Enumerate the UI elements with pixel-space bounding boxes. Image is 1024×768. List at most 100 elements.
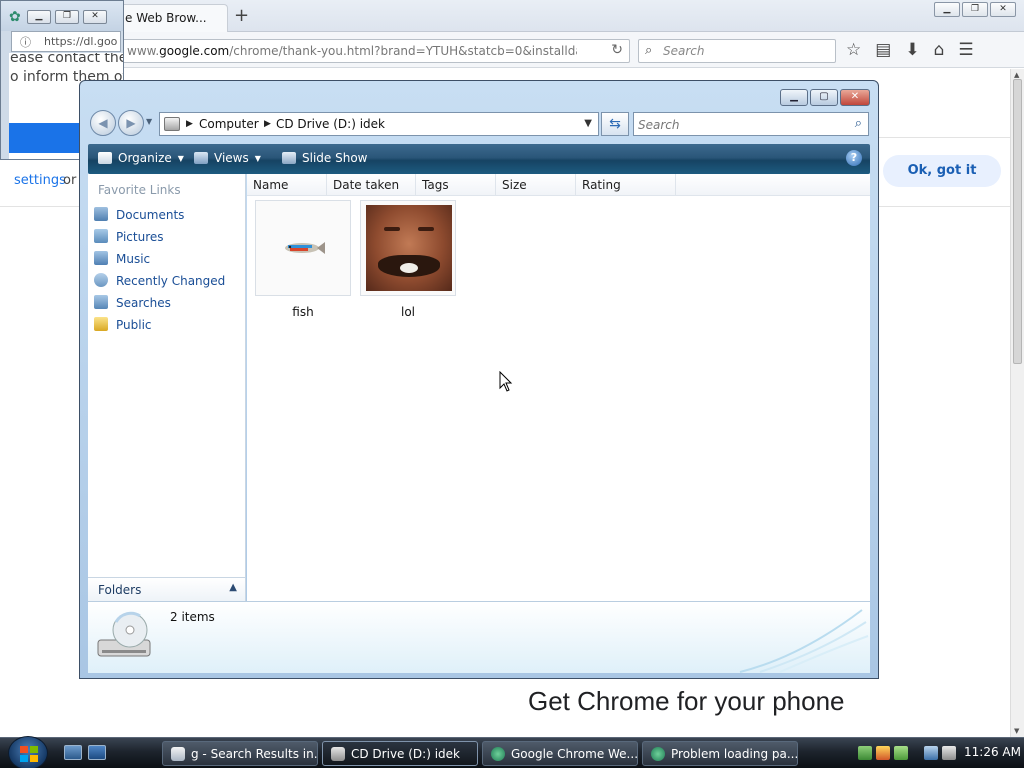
help-icon[interactable]: ? bbox=[846, 150, 862, 166]
cd-drive-icon bbox=[331, 747, 345, 761]
close-icon[interactable]: ✕ bbox=[990, 2, 1016, 17]
scroll-up-icon[interactable]: ▲ bbox=[1014, 71, 1019, 79]
favorite-link-searches[interactable]: Searches bbox=[94, 295, 225, 317]
popup-window-controls: ▁ ❐ ✕ bbox=[27, 10, 107, 24]
column-header-size[interactable]: Size bbox=[496, 174, 576, 196]
browser-search-box[interactable]: ⌕ Search bbox=[638, 39, 836, 63]
favorite-link-documents[interactable]: Documents bbox=[94, 207, 225, 229]
browser-toolbar-icons: ☆ ▤ ⬇ ⌂ ☰ bbox=[846, 40, 974, 60]
minimize-icon[interactable]: ▁ bbox=[934, 2, 960, 17]
column-header-tags[interactable]: Tags bbox=[416, 174, 496, 196]
downloads-icon[interactable]: ⬇ bbox=[905, 40, 919, 60]
breadcrumb-cd-drive[interactable]: CD Drive (D:) idek bbox=[276, 117, 385, 131]
music-icon bbox=[94, 251, 108, 265]
face-eye bbox=[418, 227, 434, 231]
page-scrollbar[interactable]: ▲ ▼ bbox=[1010, 69, 1024, 737]
taskbar-item-cd-drive[interactable]: CD Drive (D:) idek bbox=[322, 741, 478, 766]
security-shield-icon[interactable] bbox=[876, 746, 890, 760]
url-bar[interactable]: www.google.com/chrome/thank-you.html?bra… bbox=[120, 39, 630, 63]
chevron-down-icon: ▼ bbox=[254, 154, 261, 163]
favorite-link-label: Pictures bbox=[116, 230, 164, 244]
favorite-link-recently-changed[interactable]: Recently Changed bbox=[94, 273, 225, 295]
browser-tab[interactable]: e Web Brow... bbox=[118, 4, 228, 32]
maximize-icon[interactable]: ▢ bbox=[810, 89, 838, 106]
views-icon bbox=[194, 152, 208, 164]
close-icon[interactable]: ✕ bbox=[83, 10, 107, 24]
home-icon[interactable]: ⌂ bbox=[934, 40, 945, 60]
display-tray-icon[interactable] bbox=[924, 746, 938, 760]
reload-icon[interactable]: ↻ bbox=[611, 42, 623, 58]
file-item-lol[interactable]: lol bbox=[360, 200, 456, 319]
file-list-pane: Name Date taken Tags Size Rating fish lo… bbox=[247, 174, 870, 601]
views-menu[interactable]: Views ▼ bbox=[194, 151, 261, 165]
decorative-swoosh bbox=[739, 609, 869, 673]
column-header-row: Name Date taken Tags Size Rating bbox=[247, 174, 870, 196]
minimize-icon[interactable]: ▁ bbox=[27, 10, 51, 24]
forward-arrow-icon: ▶ bbox=[126, 116, 136, 130]
searches-icon bbox=[94, 295, 108, 309]
settings-link[interactable]: settings bbox=[14, 173, 66, 188]
ok-got-it-button[interactable]: Ok, got it bbox=[883, 155, 1001, 187]
breadcrumb-separator-icon: ▶ bbox=[264, 119, 271, 129]
network-tray-icon[interactable] bbox=[858, 746, 872, 760]
document-icon bbox=[171, 747, 185, 761]
slideshow-icon bbox=[282, 152, 296, 164]
bookmark-star-icon[interactable]: ☆ bbox=[846, 40, 861, 60]
explorer-search-box[interactable]: Search ⌕ bbox=[633, 112, 869, 136]
restore-icon[interactable]: ❐ bbox=[962, 2, 988, 17]
refresh-button[interactable]: ⇆ bbox=[601, 112, 629, 136]
new-tab-icon[interactable]: + bbox=[234, 5, 249, 26]
switch-windows-icon[interactable] bbox=[88, 745, 106, 760]
column-header-name[interactable]: Name bbox=[247, 174, 327, 196]
organize-icon bbox=[98, 152, 112, 164]
explorer-search-placeholder: Search bbox=[638, 118, 680, 132]
taskbar-item-search-results[interactable]: g - Search Results in... bbox=[162, 741, 318, 766]
popup-url-text: https://dl.goo bbox=[44, 35, 118, 48]
file-item-fish[interactable]: fish bbox=[255, 200, 351, 319]
volume-muted-icon[interactable] bbox=[942, 746, 956, 760]
favorite-link-label: Public bbox=[116, 318, 152, 332]
file-name: lol bbox=[400, 305, 415, 319]
folders-toggle[interactable]: Folders ▲ bbox=[88, 577, 245, 601]
address-dropdown-icon[interactable]: ▼ bbox=[584, 118, 592, 129]
recently-changed-icon bbox=[94, 273, 108, 287]
show-desktop-icon[interactable] bbox=[64, 745, 82, 760]
minimize-icon[interactable]: ▁ bbox=[780, 89, 808, 106]
back-button[interactable]: ◀ bbox=[90, 110, 116, 136]
browser-tab-strip: e Web Brow... + ▁ ❐ ✕ bbox=[0, 0, 1024, 32]
organize-menu[interactable]: Organize ▼ bbox=[98, 151, 184, 165]
recent-pages-dropdown-icon[interactable]: ▼ bbox=[146, 117, 152, 126]
safely-remove-icon[interactable] bbox=[894, 746, 908, 760]
address-bar[interactable]: ▶ Computer ▶ CD Drive (D:) idek ▼ bbox=[159, 112, 599, 136]
folders-label: Folders bbox=[98, 583, 142, 597]
favorite-link-music[interactable]: Music bbox=[94, 251, 225, 273]
close-icon[interactable]: ✕ bbox=[840, 89, 870, 106]
explorer-window: ▁ ▢ ✕ ◀ ▶ ▼ ▶ Computer ▶ CD Drive (D:) i… bbox=[79, 80, 879, 679]
column-header-rating[interactable]: Rating bbox=[576, 174, 676, 196]
fish-thumbnail bbox=[255, 200, 351, 296]
url-text: www.google.com/chrome/thank-you.html?bra… bbox=[127, 44, 577, 58]
taskbar-item-problem-loading[interactable]: Problem loading pa... bbox=[642, 741, 798, 766]
start-button[interactable] bbox=[8, 736, 48, 768]
browser-search-placeholder: Search bbox=[663, 44, 705, 58]
menu-icon[interactable]: ☰ bbox=[958, 40, 973, 60]
reading-list-icon[interactable]: ▤ bbox=[875, 40, 891, 60]
scroll-down-icon[interactable]: ▼ bbox=[1014, 727, 1019, 735]
slideshow-label: Slide Show bbox=[302, 151, 368, 165]
scrollbar-thumb[interactable] bbox=[1013, 79, 1022, 364]
slideshow-button[interactable]: Slide Show bbox=[282, 151, 367, 165]
details-pane: 2 items bbox=[88, 601, 870, 673]
favorite-link-public[interactable]: Public bbox=[94, 317, 225, 339]
lol-thumbnail bbox=[360, 200, 456, 296]
forward-button[interactable]: ▶ bbox=[118, 110, 144, 136]
taskbar-item-label: g - Search Results in... bbox=[191, 747, 318, 761]
taskbar-item-google-chrome[interactable]: Google Chrome We... bbox=[482, 741, 638, 766]
breadcrumb-computer[interactable]: Computer bbox=[199, 117, 259, 131]
documents-icon bbox=[94, 207, 108, 221]
firefox-icon bbox=[491, 747, 505, 761]
popup-url-bar[interactable]: ⓘ https://dl.goo bbox=[11, 31, 121, 52]
taskbar-clock[interactable]: 11:26 AM bbox=[964, 745, 1021, 759]
favorite-link-pictures[interactable]: Pictures bbox=[94, 229, 225, 251]
column-header-date-taken[interactable]: Date taken bbox=[327, 174, 416, 196]
restore-icon[interactable]: ❐ bbox=[55, 10, 79, 24]
